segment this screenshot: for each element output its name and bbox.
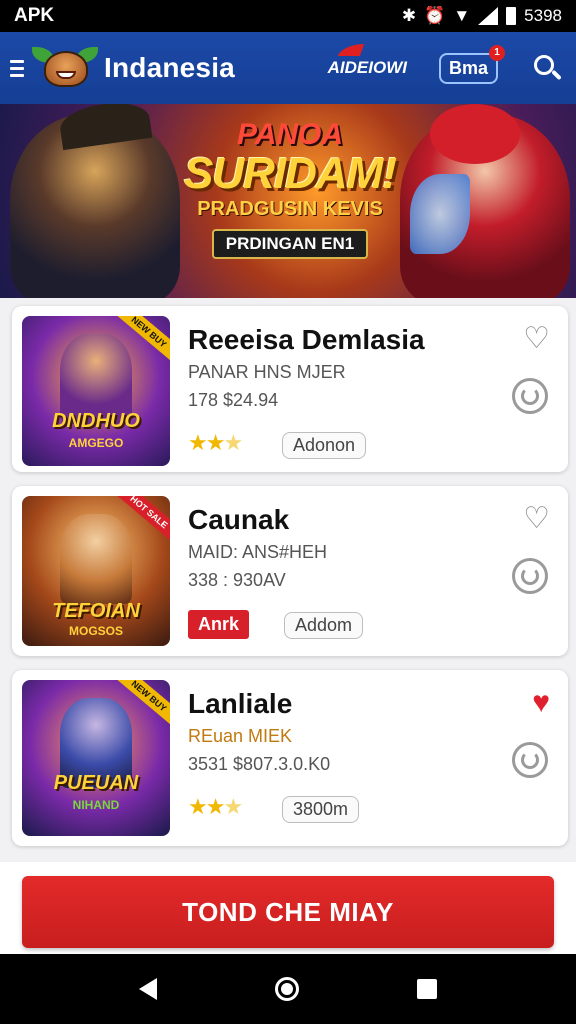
favorite-heart-icon[interactable]: ♡ <box>523 324 550 354</box>
app-bar: Indanesia AIDEIOWI Bma 1 <box>0 32 576 104</box>
status-apk-label: APK <box>14 5 55 26</box>
account-pill-button[interactable]: Bma 1 <box>438 44 505 84</box>
banner-line-2: SURIDAM! <box>184 149 397 198</box>
banner-wing-shape <box>410 174 470 254</box>
refresh-icon[interactable] <box>512 378 548 414</box>
thumb-title: PUEUAN <box>53 772 139 794</box>
game-thumbnail[interactable]: NEW BUY PUEUAN NIHAND <box>22 680 170 836</box>
thumb-title: TEFOIAN <box>52 600 140 622</box>
star-icon: ★ <box>205 794 226 819</box>
thumb-subtitle: AMGEGO <box>68 436 124 450</box>
search-icon[interactable] <box>532 53 562 83</box>
add-button[interactable]: Adonon <box>282 432 367 459</box>
banner-line-1: PANOA <box>236 118 344 151</box>
game-thumbnail[interactable]: NEW BUY DNDHUO AMGEGO <box>22 316 170 466</box>
game-price: 178 $24.94 <box>188 390 279 410</box>
half-star-icon: ★ <box>223 794 243 819</box>
star-icon: ★ <box>205 430 226 455</box>
back-icon[interactable] <box>139 978 157 1000</box>
banner-text-block: PANOA SURIDAM! PRADGUSIN KEVIS PRDINGAN … <box>170 118 410 259</box>
game-title[interactable]: Lanliale <box>188 688 292 720</box>
brand-link[interactable]: AIDEIOWI <box>327 44 407 78</box>
alarm-icon: ⏰ <box>424 6 446 25</box>
banner-cta-button[interactable]: PRDINGAN EN1 <box>211 229 369 259</box>
status-time: 5398 <box>524 6 562 25</box>
add-button[interactable]: 3800m <box>282 796 360 823</box>
app-title: Indanesia <box>104 52 235 83</box>
favorite-heart-icon[interactable]: ♥ <box>532 688 550 718</box>
half-star-icon: ★ <box>223 430 243 455</box>
game-price: 3531 $807.3.0.K0 <box>188 754 331 774</box>
game-card[interactable]: NEW BUY PUEUAN NIHAND Lanliale REuan MIE… <box>12 670 568 846</box>
logo-icon[interactable] <box>32 43 98 93</box>
add-button[interactable]: Addom <box>284 612 364 639</box>
pill-text: Bma <box>448 57 488 78</box>
home-icon[interactable] <box>275 977 299 1001</box>
signal-icon <box>478 7 499 25</box>
status-bar: APK ✱ ⏰ ▼ 5398 <box>0 0 576 32</box>
star-icon: ★ <box>188 794 208 819</box>
favorite-heart-icon[interactable]: ♡ <box>523 504 550 534</box>
banner-hair-shape <box>430 104 520 164</box>
refresh-icon[interactable] <box>512 558 548 594</box>
brand-swoosh-icon <box>337 44 364 56</box>
game-card[interactable]: HOT SALE TEFOIAN MOGSOS Caunak MAID: ANS… <box>12 486 568 656</box>
game-card[interactable]: NEW BUY DNDHUO AMGEGO Reeeisa Demlasia P… <box>12 306 568 472</box>
status-badge: Anrk <box>188 610 250 639</box>
menu-icon[interactable] <box>10 59 24 77</box>
refresh-icon[interactable] <box>512 742 548 778</box>
game-subtitle: MAID: ANS#HEH <box>188 542 328 562</box>
game-subtitle: PANAR HNS MJER <box>188 362 346 382</box>
game-price: 338 : 930AV <box>188 570 286 590</box>
rating-stars: ★★★ <box>188 794 243 820</box>
bluetooth-icon: ✱ <box>401 6 417 25</box>
rating-stars: ★★★ <box>188 430 243 456</box>
notification-badge: 1 <box>489 44 505 61</box>
primary-cta-button[interactable]: TOND CHE MIAY <box>22 876 554 948</box>
thumb-subtitle: NIHAND <box>72 798 120 812</box>
system-nav-bar <box>0 954 576 1024</box>
battery-icon <box>506 7 517 25</box>
recents-icon[interactable] <box>417 979 437 999</box>
promo-banner[interactable]: PANOA SURIDAM! PRADGUSIN KEVIS PRDINGAN … <box>0 104 576 298</box>
banner-line-3: PRADGUSIN KEVIS <box>197 198 383 220</box>
brand-text: AIDEIOWI <box>327 58 407 77</box>
game-subtitle: REuan MIEK <box>188 726 293 746</box>
bottom-cta-area: TOND CHE MIAY <box>0 862 576 954</box>
wifi-icon: ▼ <box>453 6 471 25</box>
status-icons: ✱ ⏰ ▼ 5398 <box>402 6 562 26</box>
thumb-title: DNDHUO <box>52 410 140 432</box>
game-title[interactable]: Caunak <box>188 504 289 536</box>
thumb-subtitle: MOGSOS <box>68 624 123 638</box>
game-title[interactable]: Reeeisa Demlasia <box>188 324 425 356</box>
game-thumbnail[interactable]: HOT SALE TEFOIAN MOGSOS <box>22 496 170 646</box>
star-icon: ★ <box>188 430 208 455</box>
